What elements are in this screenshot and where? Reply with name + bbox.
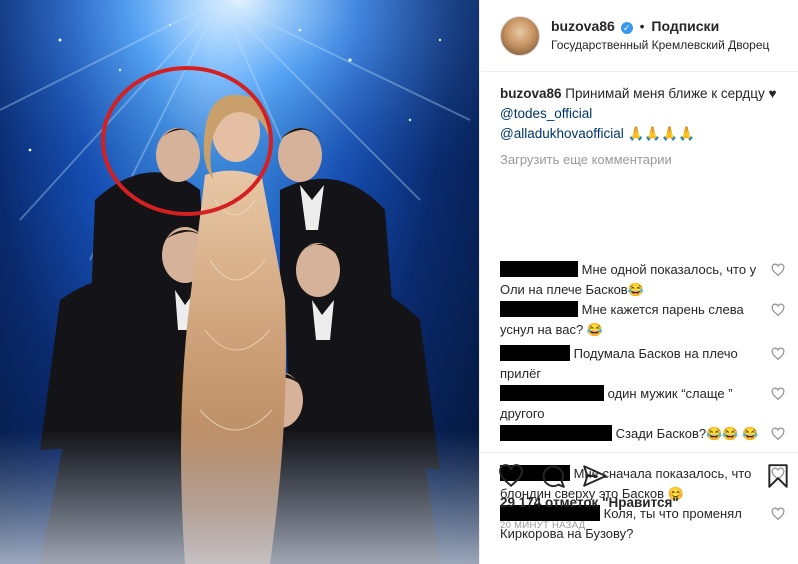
comment-icon[interactable]: [540, 463, 566, 489]
location-link[interactable]: Государственный Кремлевский Дворец: [551, 38, 769, 52]
caption-text: Принимай меня ближе к сердцу: [565, 86, 765, 101]
post-timestamp[interactable]: 20 МИНУТ НАЗАД: [500, 520, 585, 531]
heart-icon[interactable]: [771, 303, 785, 317]
post-caption: buzova86 Принимай меня ближе к сердцу ♥ …: [500, 84, 785, 144]
bookmark-icon[interactable]: [765, 463, 791, 489]
verified-icon: ✓: [620, 22, 633, 34]
comment-text: Сзади Басков?😂😂 😂: [615, 426, 759, 441]
mention-alladukhova-text: @alladukhova: [500, 126, 586, 141]
load-more-comments-button[interactable]: Загрузить еще комментарии: [500, 152, 785, 172]
redacted-username[interactable]: [500, 345, 570, 361]
username-link[interactable]: buzova86: [551, 18, 615, 34]
comment-item: один мужик “слаще ” другого: [500, 384, 785, 424]
stage-fog: [0, 430, 479, 564]
mention-alladukhova-tail: official: [585, 126, 624, 141]
heart-icon[interactable]: [771, 263, 785, 277]
heart-emoji: ♥: [768, 86, 777, 101]
post-photo[interactable]: [0, 0, 479, 564]
follow-button[interactable]: Подписки: [651, 18, 719, 34]
post-panel: buzova86 ✓ • Подписки Государственный Кр…: [479, 0, 798, 564]
mention-alladukhova[interactable]: @alladukhovaofficial: [500, 126, 624, 141]
comments-section: buzova86 Принимай меня ближе к сердцу ♥ …: [500, 84, 785, 541]
comment-item: Подумала Басков на плечо прилёг: [500, 344, 785, 384]
avatar[interactable]: [500, 16, 540, 56]
stage-scene: [0, 0, 479, 564]
heart-icon[interactable]: [771, 387, 785, 401]
share-icon[interactable]: [582, 463, 608, 489]
separator-dot: •: [639, 18, 645, 34]
redacted-username[interactable]: [500, 425, 612, 441]
heart-icon[interactable]: [771, 347, 785, 361]
comment-item: Мне кажется парень слева уснул на вас? 😂: [500, 300, 785, 340]
user-line: buzova86 ✓ • Подписки: [551, 18, 719, 34]
caption-username[interactable]: buzova86: [500, 86, 562, 101]
post-header: buzova86 ✓ • Подписки Государственный Кр…: [480, 0, 798, 72]
comment-item: Мне одной показалось, что у Оли на плече…: [500, 260, 785, 300]
redacted-username[interactable]: [500, 385, 604, 401]
caption-emojis: 🙏🙏🙏🙏: [627, 126, 695, 141]
likes-count[interactable]: 29 174 отметок "Нравится": [500, 495, 679, 510]
mention-todes[interactable]: @todes_official: [500, 106, 592, 121]
comment-item: Сзади Басков?😂😂 😂: [500, 424, 785, 444]
redacted-username[interactable]: [500, 301, 578, 317]
like-icon[interactable]: [498, 463, 524, 489]
redacted-username[interactable]: [500, 261, 578, 277]
heart-icon[interactable]: [771, 427, 785, 441]
